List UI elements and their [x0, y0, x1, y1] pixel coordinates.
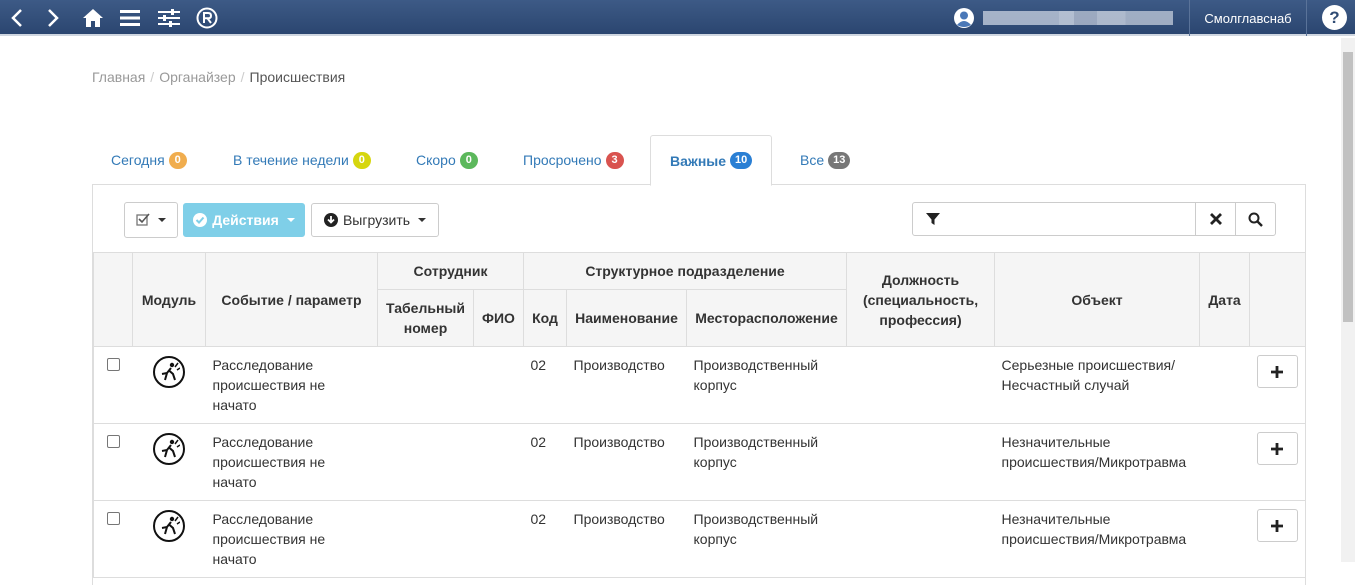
cell-object: Незначительные происшествия/Микротравма: [994, 500, 1200, 578]
header-event: Событие / параметр: [205, 252, 378, 347]
cell-code: 02: [523, 346, 567, 424]
search-icon: [1248, 212, 1263, 227]
checkbox-icon: [136, 213, 150, 226]
tab-overdue[interactable]: Просрочено 3: [504, 135, 643, 185]
breadcrumb-home[interactable]: Главная: [92, 69, 145, 85]
tab-all[interactable]: Все 13: [781, 135, 869, 185]
header-location: Месторасположение: [685, 289, 848, 347]
header-tab-number: Табельный номер: [377, 289, 474, 347]
chevron-down-icon: [418, 218, 427, 222]
tab-week-count: 0: [352, 151, 371, 169]
incidents-table: Модуль Событие / параметр Сотрудник Стру…: [93, 252, 1307, 578]
cell-event: Расследование происшествия не начато: [205, 423, 378, 501]
table-row[interactable]: Расследование происшествия не начато 02 …: [93, 423, 1307, 501]
settings-sliders-icon[interactable]: [156, 0, 182, 36]
header-module: Модуль: [132, 252, 206, 347]
filter-icon: [925, 213, 940, 225]
row-checkbox[interactable]: [107, 435, 120, 448]
header-date: Дата: [1199, 252, 1251, 347]
check-circle-icon: [193, 213, 208, 227]
cell-object: Серьезные происшествия/ Несчастный случа…: [994, 346, 1200, 424]
chevron-down-icon: [286, 218, 295, 222]
cell-code: 02: [523, 500, 567, 578]
cell-location: Производственный корпус: [686, 500, 847, 578]
row-checkbox[interactable]: [107, 358, 120, 371]
tab-overdue-count: 3: [605, 151, 624, 169]
row-checkbox[interactable]: [107, 512, 120, 525]
incident-module-icon: [153, 510, 185, 542]
tabs-bar: Сегодня 0 В течение недели 0 Скоро 0 Просро…: [92, 135, 1306, 186]
back-arrow-icon[interactable]: [6, 0, 28, 36]
user-icon: [954, 8, 974, 28]
search-input[interactable]: [952, 202, 1196, 236]
organization-name[interactable]: Смолглавснаб: [1189, 0, 1307, 36]
registered-icon[interactable]: [194, 0, 220, 36]
header-division: Структурное подразделение: [522, 252, 848, 290]
cell-name: Производство: [566, 423, 687, 501]
incident-module-icon: [153, 356, 185, 388]
cell-code: 02: [523, 423, 567, 501]
tab-soon-count: 0: [459, 151, 478, 169]
tab-all-count: 13: [828, 151, 851, 169]
table-row[interactable]: Расследование происшествия не начато 02 …: [93, 500, 1307, 578]
select-dropdown-button[interactable]: [124, 202, 178, 238]
actions-button[interactable]: Действия: [183, 203, 305, 237]
breadcrumb-organizer[interactable]: Органайзер: [159, 69, 235, 85]
clear-search-button[interactable]: [1195, 202, 1236, 236]
header-object: Объект: [994, 252, 1201, 347]
add-button[interactable]: [1256, 509, 1298, 542]
menu-icon[interactable]: [118, 0, 142, 36]
scrollbar-thumb[interactable]: [1343, 52, 1353, 322]
header-select: [93, 252, 133, 347]
home-icon[interactable]: [81, 0, 105, 36]
header-position: Должность (специальность, профессия): [846, 252, 996, 347]
cell-object: Незначительные происшествия/Микротравма: [994, 423, 1200, 501]
incident-module-icon: [153, 433, 185, 465]
close-icon: [1209, 213, 1222, 225]
tab-today-count: 0: [168, 151, 187, 169]
tab-important-count: 10: [730, 152, 753, 169]
cell-event: Расследование происшествия не начато: [205, 500, 378, 578]
chevron-down-icon: [158, 218, 166, 222]
tab-soon[interactable]: Скоро 0: [397, 135, 497, 185]
top-navbar: Смолглавснаб ?: [0, 0, 1355, 36]
filter-button[interactable]: [912, 202, 953, 236]
tab-week[interactable]: В течение недели 0: [214, 135, 390, 185]
add-button[interactable]: [1256, 432, 1298, 465]
forward-arrow-icon[interactable]: [42, 0, 64, 36]
header-code: Код: [523, 289, 567, 347]
cell-location: Производственный корпус: [686, 423, 847, 501]
breadcrumb: Главная / Органайзер / Происшествия: [92, 69, 346, 85]
breadcrumb-current: Происшествия: [249, 69, 346, 85]
header-name: Наименование: [566, 289, 687, 347]
table-row[interactable]: Расследование происшествия не начато 02 …: [93, 346, 1307, 424]
plus-icon: [1271, 442, 1284, 455]
help-icon[interactable]: ?: [1322, 5, 1347, 30]
header-fio: ФИО: [473, 289, 524, 347]
header-employee: Сотрудник: [377, 252, 524, 290]
download-circle-icon: [323, 213, 338, 227]
search-button[interactable]: [1235, 202, 1276, 236]
cell-location: Производственный корпус: [686, 346, 847, 424]
user-menu[interactable]: [953, 0, 1173, 36]
tab-today[interactable]: Сегодня 0: [92, 135, 206, 185]
page-scrollbar[interactable]: [1341, 38, 1355, 562]
cell-name: Производство: [566, 346, 687, 424]
add-button[interactable]: [1256, 355, 1298, 388]
header-actions: [1249, 252, 1307, 347]
cell-name: Производство: [566, 500, 687, 578]
export-button[interactable]: Выгрузить: [311, 203, 439, 237]
tab-important[interactable]: Важные 10: [650, 135, 773, 186]
cell-event: Расследование происшествия не начато: [205, 346, 378, 424]
plus-icon: [1271, 365, 1284, 378]
tab-content-panel: Действия Выгрузить Модуль Событие / пара…: [92, 185, 1307, 585]
user-name: [983, 11, 1173, 25]
plus-icon: [1271, 519, 1284, 532]
